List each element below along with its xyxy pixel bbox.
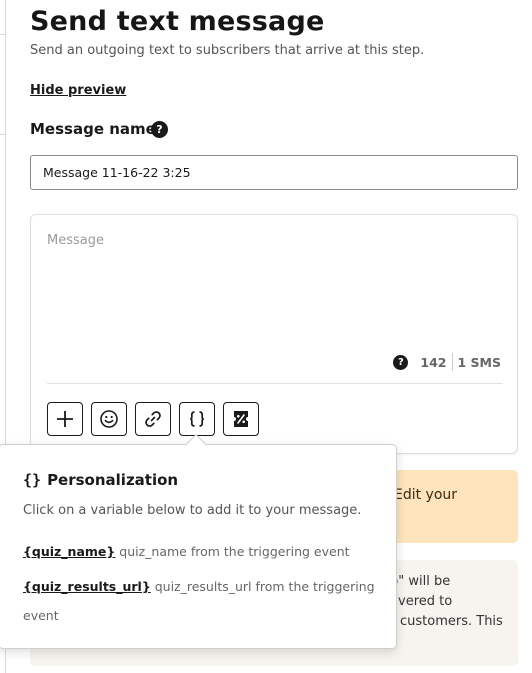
popover-title-text: Personalization xyxy=(47,471,179,489)
toolbar-divider xyxy=(47,383,503,384)
character-counter: ? 142 1 SMS xyxy=(393,353,501,371)
discount-tag-icon xyxy=(234,411,248,427)
popover-description: Click on a variable below to add it to y… xyxy=(23,503,362,518)
sms-count: 1 SMS xyxy=(457,354,502,370)
help-icon[interactable]: ? xyxy=(151,121,168,138)
emoji-icon xyxy=(100,410,118,428)
info-banner-text: vered to xyxy=(398,594,453,609)
emoji-button[interactable] xyxy=(91,402,127,436)
message-name-input[interactable] xyxy=(30,155,518,190)
counter-separator xyxy=(451,353,453,371)
plus-icon xyxy=(57,411,73,427)
variable-option: {quiz_results_url} quiz_results_url from… xyxy=(23,572,383,630)
rail-divider xyxy=(0,34,6,35)
link-button[interactable] xyxy=(135,402,171,436)
message-name-label: Message name xyxy=(30,120,156,138)
page-title: Send text message xyxy=(30,6,325,37)
discount-code-button[interactable] xyxy=(223,402,259,436)
variable-description: quiz_name from the triggering event xyxy=(119,544,350,559)
page-subtitle: Send an outgoing text to subscribers tha… xyxy=(30,43,425,58)
popover-title: {} Personalization xyxy=(23,471,178,489)
message-composer: ? 142 1 SMS xyxy=(30,214,518,454)
braces-icon xyxy=(190,411,204,427)
variable-option: {quiz_name} quiz_name from the triggerin… xyxy=(23,537,383,566)
link-icon xyxy=(145,411,161,427)
add-button[interactable] xyxy=(47,402,83,436)
info-banner-text: customers. This xyxy=(400,614,503,629)
warning-banner-text: Edit your xyxy=(394,487,458,503)
braces-icon: {} xyxy=(23,471,42,489)
info-banner-text: p" will be xyxy=(390,574,451,589)
personalization-button[interactable] xyxy=(179,402,215,436)
message-textarea[interactable] xyxy=(47,233,503,343)
variable-token[interactable]: {quiz_name} xyxy=(23,544,115,559)
rail-divider xyxy=(0,134,6,135)
characters-remaining: 142 xyxy=(420,354,447,370)
personalization-popover: {} Personalization Click on a variable b… xyxy=(0,434,397,649)
hide-preview-link[interactable]: Hide preview xyxy=(30,83,126,98)
help-icon[interactable]: ? xyxy=(393,354,409,370)
variable-token[interactable]: {quiz_results_url} xyxy=(23,579,151,594)
